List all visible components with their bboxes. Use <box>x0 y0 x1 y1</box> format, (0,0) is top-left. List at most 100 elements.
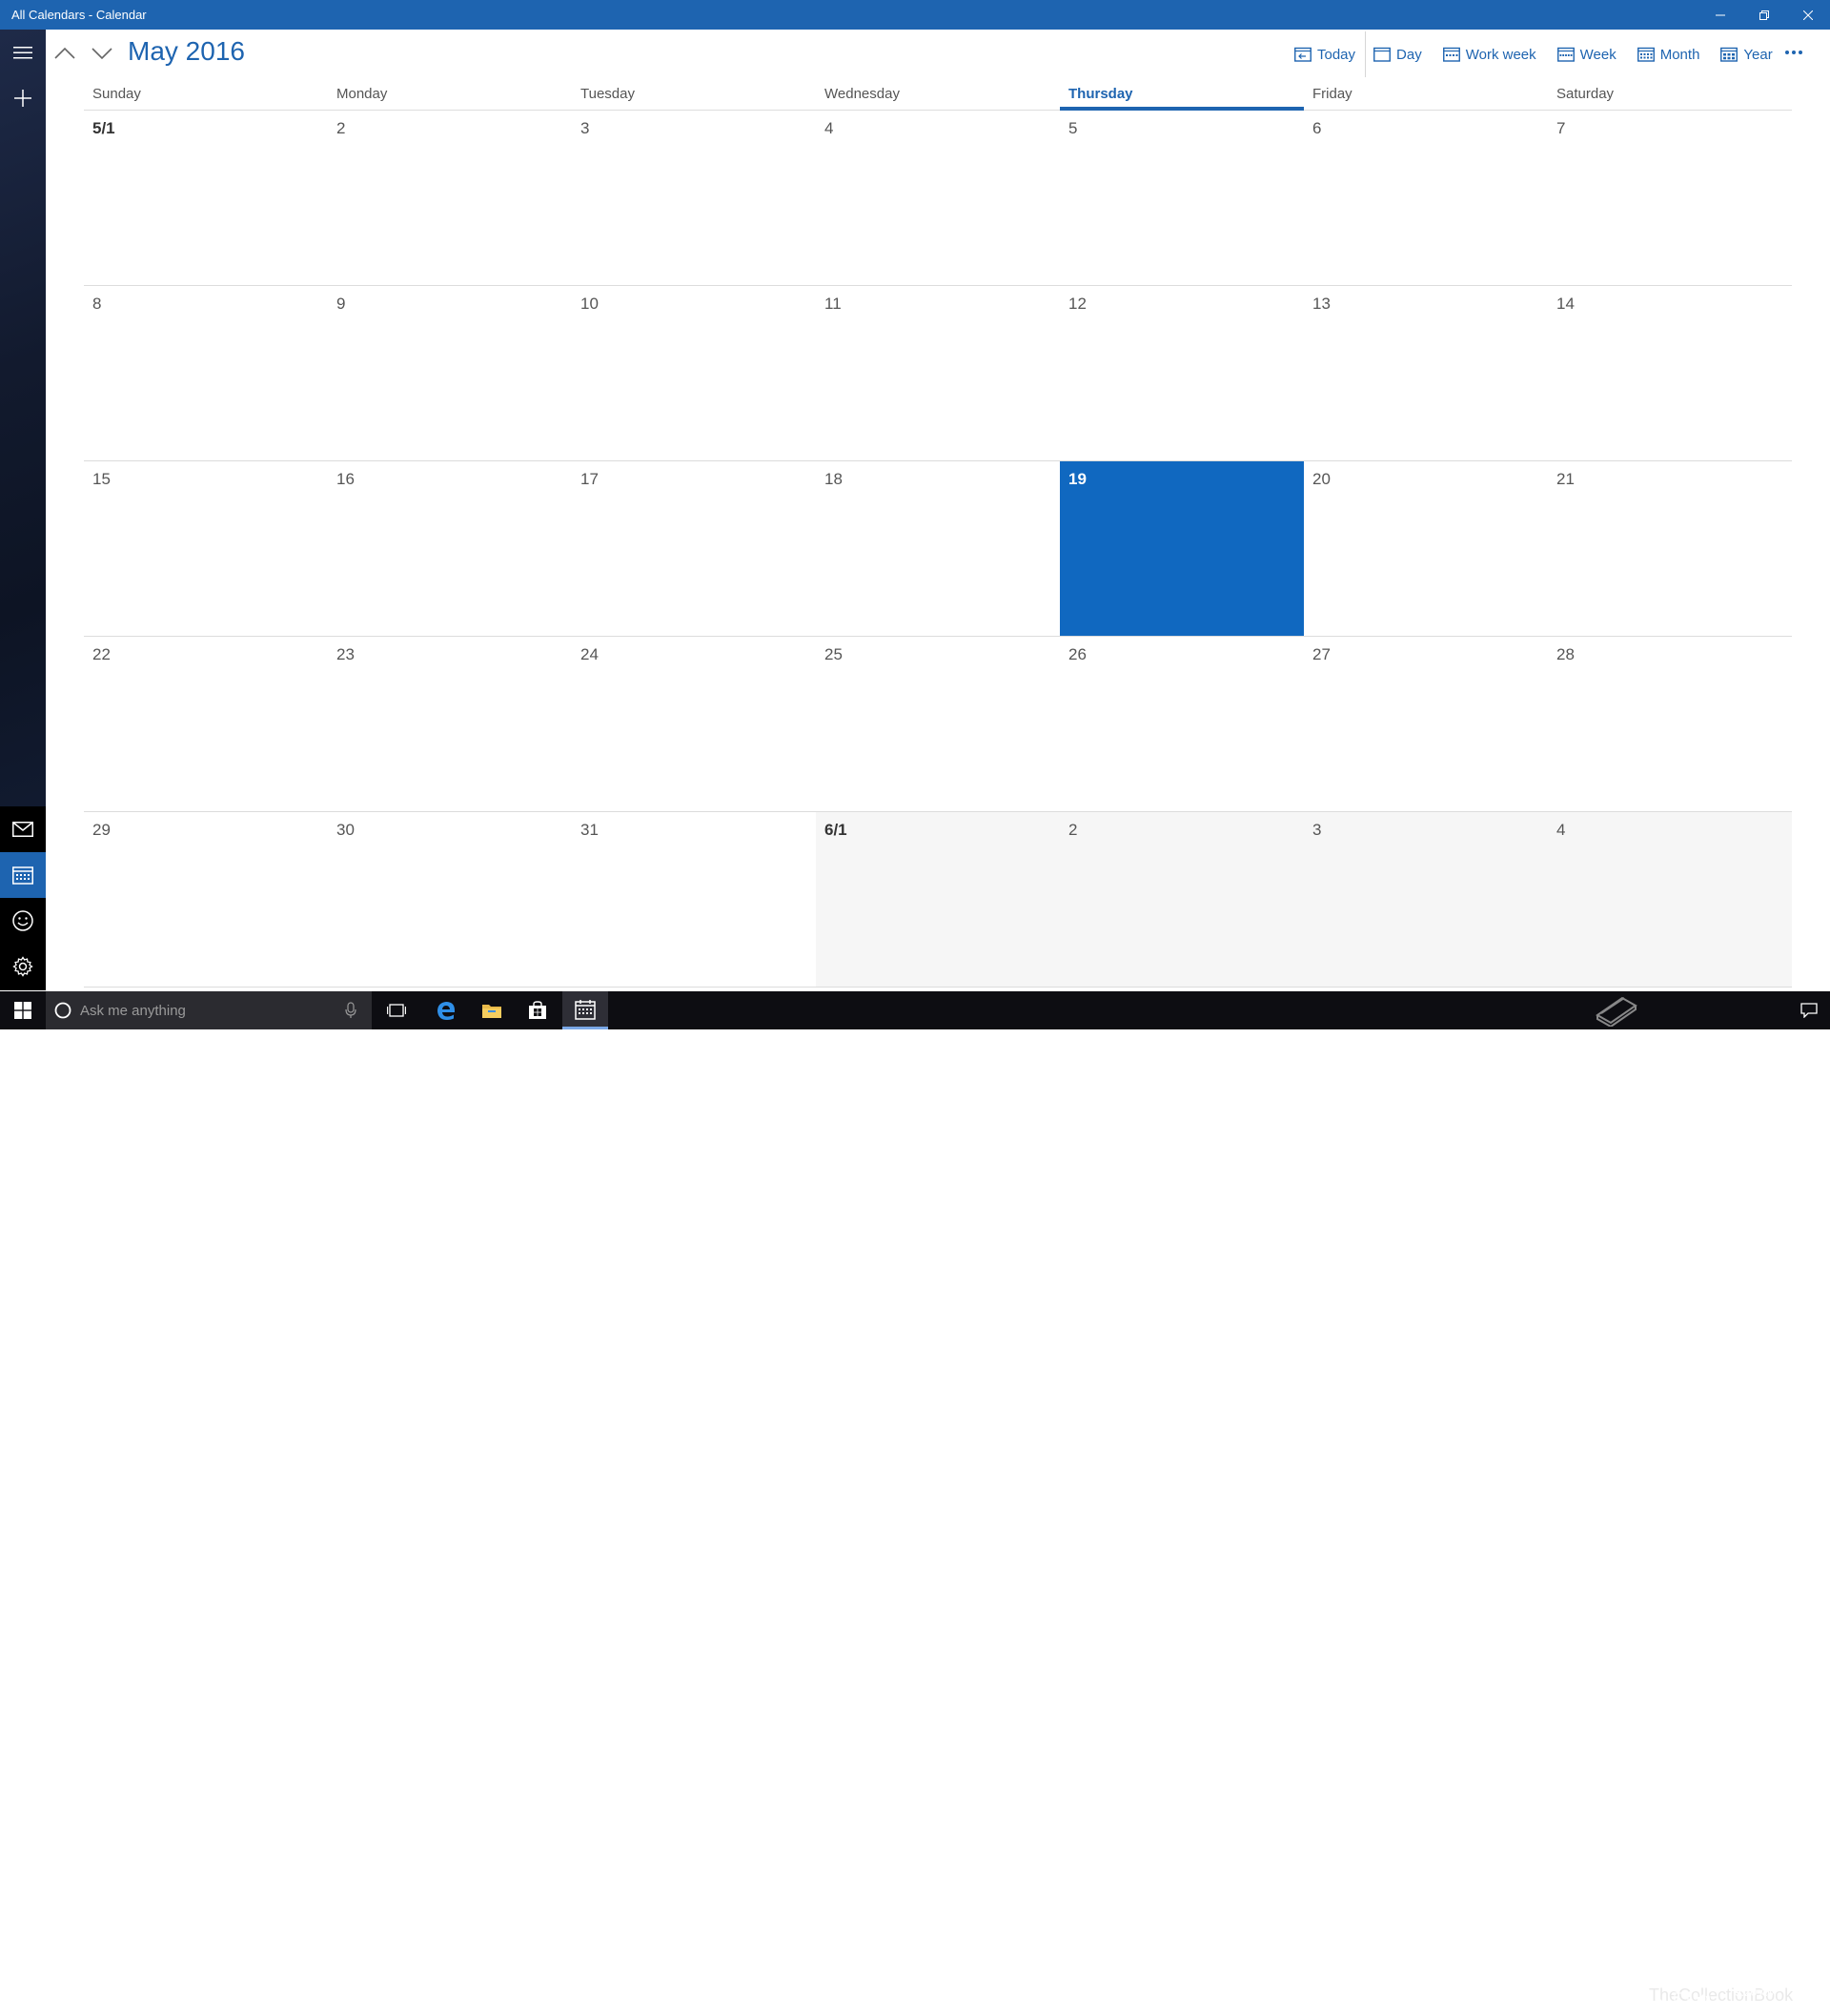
day-number: 10 <box>580 295 599 313</box>
month-view-button[interactable]: Month <box>1637 42 1700 67</box>
weekday-saturday: Saturday <box>1556 86 1615 102</box>
day-cell[interactable]: 25 <box>816 637 1060 812</box>
clock-time[interactable]: 9:20 AM <box>1727 1985 1784 1999</box>
day-cell[interactable]: 14 <box>1548 286 1792 461</box>
day-number: 17 <box>580 470 599 488</box>
new-event-button[interactable] <box>0 75 46 121</box>
workweek-view-button[interactable]: Work week <box>1442 42 1536 67</box>
day-cell[interactable]: 28 <box>1548 637 1792 812</box>
smiley-icon <box>12 910 33 931</box>
more-options-button[interactable] <box>1780 42 1807 63</box>
day-cell[interactable]: 2 <box>328 111 572 286</box>
book-icon <box>1590 991 1643 1029</box>
hamburger-menu-button[interactable] <box>0 30 46 75</box>
weekday-monday: Monday <box>336 86 388 102</box>
day-cell[interactable]: 8 <box>84 286 328 461</box>
system-tray <box>1655 1992 1712 2010</box>
week-view-icon <box>1556 47 1575 62</box>
calendar-icon <box>575 999 596 1020</box>
day-cell[interactable]: 22 <box>84 637 328 812</box>
minimize-icon <box>1716 14 1725 15</box>
day-number: 6/1 <box>824 821 847 839</box>
year-view-button[interactable]: Year <box>1720 42 1773 67</box>
previous-month-button[interactable] <box>51 40 78 67</box>
rail-app-switcher <box>0 806 46 990</box>
settings-button[interactable] <box>0 944 46 989</box>
day-cell[interactable]: 11 <box>816 286 1060 461</box>
weekday-tuesday: Tuesday <box>580 86 635 102</box>
day-cell[interactable]: 6 <box>1304 111 1548 286</box>
day-cell[interactable]: 12 <box>1060 286 1304 461</box>
workweek-view-icon <box>1442 47 1460 62</box>
file-explorer-button[interactable] <box>473 991 511 1029</box>
minimize-button[interactable] <box>1698 0 1742 30</box>
next-month-button[interactable] <box>89 40 115 67</box>
day-cell[interactable]: 5/1 <box>84 111 328 286</box>
day-cell[interactable]: 30 <box>328 812 572 988</box>
weekday-thursday: Thursday <box>1060 84 1304 111</box>
day-number: 2 <box>336 119 346 137</box>
day-number: 3 <box>580 119 590 137</box>
day-cell[interactable]: 13 <box>1304 286 1548 461</box>
search-box[interactable]: Ask me anything <box>46 991 372 1029</box>
day-number: 11 <box>824 295 842 313</box>
day-cell[interactable]: 29 <box>84 812 328 988</box>
edge-browser-button[interactable] <box>427 991 465 1029</box>
day-number: 8 <box>92 295 102 313</box>
close-button[interactable] <box>1786 0 1830 30</box>
day-cell[interactable]: 21 <box>1548 461 1792 637</box>
calendar-app-button[interactable] <box>0 852 46 898</box>
day-cell[interactable]: 20 <box>1304 461 1548 637</box>
microphone-icon[interactable] <box>345 1002 356 1019</box>
task-view-button[interactable] <box>377 991 416 1029</box>
day-cell[interactable]: 2 <box>1060 812 1304 988</box>
day-number: 21 <box>1556 470 1575 488</box>
volume-icon[interactable] <box>1697 1992 1712 2010</box>
day-cell[interactable]: 16 <box>328 461 572 637</box>
day-number: 14 <box>1556 295 1575 313</box>
day-cell[interactable]: 3 <box>572 111 816 286</box>
month-view-label: Month <box>1659 46 1700 63</box>
day-cell[interactable]: 26 <box>1060 637 1304 812</box>
day-cell[interactable]: 4 <box>1548 812 1792 988</box>
day-cell[interactable]: 9 <box>328 286 572 461</box>
week-view-label: Week <box>1579 46 1616 63</box>
day-cell[interactable]: 23 <box>328 637 572 812</box>
day-cell[interactable]: 27 <box>1304 637 1548 812</box>
day-cell[interactable]: 4 <box>816 111 1060 286</box>
toolbar-divider <box>1365 31 1367 77</box>
day-cell-today[interactable]: 19 <box>1060 461 1304 637</box>
restore-button[interactable] <box>1742 0 1786 30</box>
network-icon[interactable] <box>1674 1992 1689 2010</box>
calendar-icon <box>12 866 33 885</box>
day-cell[interactable]: 18 <box>816 461 1060 637</box>
day-number: 23 <box>336 645 355 663</box>
day-cell[interactable]: 10 <box>572 286 816 461</box>
day-cell[interactable]: 31 <box>572 812 816 988</box>
workweek-view-label: Work week <box>1465 46 1536 63</box>
store-button[interactable] <box>518 991 557 1029</box>
chevron-up-icon[interactable] <box>1655 1993 1666 2010</box>
start-button[interactable] <box>0 991 46 1029</box>
navigation-rail <box>0 30 46 990</box>
day-number: 29 <box>92 821 111 839</box>
day-cell[interactable]: 7 <box>1548 111 1792 286</box>
day-cell[interactable]: 24 <box>572 637 816 812</box>
clock-date[interactable]: 5/19/2016 <box>1721 2003 1790 2016</box>
day-cell[interactable]: 15 <box>84 461 328 637</box>
day-number: 18 <box>824 470 843 488</box>
gear-icon <box>12 956 33 977</box>
day-cell[interactable]: 3 <box>1304 812 1548 988</box>
action-center-button[interactable] <box>1790 991 1828 1029</box>
day-cell[interactable]: 17 <box>572 461 816 637</box>
mail-button[interactable] <box>0 806 46 852</box>
calendar-taskbar-button[interactable] <box>562 991 608 1029</box>
day-cell[interactable]: 6/1 <box>816 812 1060 988</box>
day-view-button[interactable]: Day <box>1373 42 1422 67</box>
feedback-button[interactable] <box>0 898 46 944</box>
today-button[interactable]: Today <box>1294 42 1355 67</box>
day-number: 9 <box>336 295 346 313</box>
day-cell[interactable]: 5 <box>1060 111 1304 286</box>
week-view-button[interactable]: Week <box>1556 42 1616 67</box>
month-view-icon <box>1637 47 1655 62</box>
